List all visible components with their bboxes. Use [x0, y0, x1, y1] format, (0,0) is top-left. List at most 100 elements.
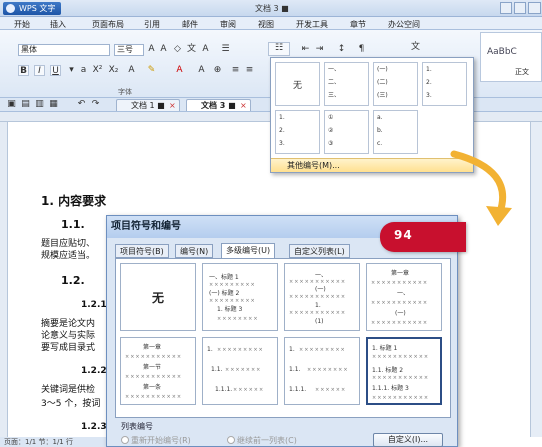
- tab-numbering[interactable]: 编号(N): [175, 244, 214, 258]
- wps-menu-button[interactable]: WPS 文字: [3, 2, 62, 15]
- continue-list-radio[interactable]: 继续前一列表(C): [227, 435, 297, 446]
- new-doc-icon[interactable]: ▣: [6, 99, 17, 110]
- paragraph-line: 关键词是供检: [41, 385, 96, 395]
- doc-tab-3[interactable]: 文档 3 ■ ×: [186, 99, 251, 111]
- sort-icon[interactable]: ↕: [336, 44, 347, 55]
- numbering-option[interactable]: 一、 二、 三、: [324, 62, 369, 106]
- heading-1-2: 1.2.: [61, 274, 85, 287]
- tab-view[interactable]: 视图: [258, 19, 274, 30]
- tab-bullets[interactable]: 项目符号(B): [115, 244, 169, 258]
- multilevel-option-none[interactable]: 无: [120, 263, 196, 331]
- placeholder-x: ××××××××: [307, 367, 349, 373]
- tab-start[interactable]: 开始: [14, 19, 30, 30]
- restart-numbering-radio[interactable]: 重新开始编号(R): [121, 435, 191, 446]
- multilevel-option[interactable]: 1. 1.1. 1.1.1. ××××××××× ×××××××× ××××××: [284, 337, 360, 405]
- placeholder-x: ×××××××××××: [125, 354, 183, 360]
- multilevel-option[interactable]: 一、 (一) 1. (1) ××××××××××× ××××××××××× ××…: [284, 263, 360, 331]
- pinyin-icon[interactable]: 文: [186, 44, 197, 55]
- title-bar: WPS 文字 文档 3 ■: [0, 0, 542, 17]
- vertical-scrollbar[interactable]: [530, 122, 542, 437]
- minimize-icon[interactable]: [500, 2, 512, 14]
- font-name-combo[interactable]: 黑体: [18, 44, 110, 56]
- redo-icon[interactable]: ↷: [90, 99, 101, 110]
- tab-multilevel[interactable]: 多级编号(U): [221, 243, 276, 259]
- styles-gallery[interactable]: AaBbC 正文: [480, 32, 542, 82]
- numbering-option[interactable]: ① ② ③: [324, 110, 369, 154]
- open-icon[interactable]: ▤: [20, 99, 31, 110]
- clear-format-icon[interactable]: ◇: [172, 44, 183, 55]
- grow-font-icon[interactable]: A: [146, 44, 157, 55]
- tab-references[interactable]: 引用: [144, 19, 160, 30]
- align-center-icon[interactable]: ≡: [244, 65, 255, 76]
- multilevel-option[interactable]: 第一章 第一节 第一条 ××××××××××× ××××××××××× ××××…: [120, 337, 196, 405]
- decrease-indent-icon[interactable]: ⇤: [300, 44, 311, 55]
- underline-dropdown-icon[interactable]: ▾: [66, 65, 77, 76]
- tab-developer[interactable]: 开发工具: [296, 19, 328, 30]
- paragraph-line: 规模应适当。: [41, 251, 96, 261]
- placeholder-x: ×××××××××××: [125, 374, 183, 380]
- multilevel-gallery: 无 一、标题 1 (一) 标题 2 1. 标题 3 ××××××××× ××××…: [115, 258, 451, 418]
- italic-button[interactable]: I: [34, 65, 45, 76]
- option-line: 第一节: [143, 364, 162, 371]
- tab-review[interactable]: 审阅: [220, 19, 236, 30]
- option-line: 1.1.1. 标题 3: [372, 385, 409, 392]
- font-color-icon[interactable]: A: [174, 65, 185, 76]
- tab-office-space[interactable]: 办公空间: [388, 19, 420, 30]
- close-icon[interactable]: [528, 2, 541, 14]
- tab-close-icon[interactable]: ×: [169, 100, 176, 111]
- shrink-font-icon[interactable]: A: [158, 44, 169, 55]
- strikethrough-icon[interactable]: a: [78, 65, 89, 76]
- multilevel-option[interactable]: 1. 1.1. 1.1.1. ××××××××× ××××××× ××××××: [202, 337, 278, 405]
- more-numbering-item[interactable]: 其他编号(M)...: [271, 158, 473, 172]
- placeholder-x: ×××××××××××: [371, 320, 429, 326]
- multilevel-option[interactable]: 一、标题 1 (一) 标题 2 1. 标题 3 ××××××××× ××××××…: [202, 263, 278, 331]
- highlight-icon[interactable]: ✎: [146, 65, 157, 76]
- tab-insert[interactable]: 插入: [50, 19, 66, 30]
- option-line: (二): [377, 79, 388, 86]
- undo-icon[interactable]: ↶: [76, 99, 87, 110]
- tab-sections[interactable]: 章节: [350, 19, 366, 30]
- align-left-icon[interactable]: ≡: [230, 65, 241, 76]
- tab-custom-list[interactable]: 自定义列表(L): [289, 244, 350, 258]
- numbering-option[interactable]: 1. 2. 3.: [275, 110, 320, 154]
- numbering-option[interactable]: (一) (二) (三): [373, 62, 418, 106]
- placeholder-x: ×××××××××: [217, 347, 264, 353]
- char-border-icon[interactable]: A: [200, 44, 211, 55]
- save-icon[interactable]: ▥: [34, 99, 45, 110]
- print-icon[interactable]: ▦: [48, 99, 59, 110]
- multilevel-option[interactable]: 第一章 一、 (一) ××××××××××× ××××××××××× ×××××…: [366, 263, 442, 331]
- customize-button[interactable]: 自定义(I)...: [373, 433, 443, 447]
- radio-circle-icon: [227, 436, 235, 444]
- subscript-icon[interactable]: X₂: [108, 65, 119, 76]
- increase-indent-icon[interactable]: ⇥: [314, 44, 325, 55]
- superscript-icon[interactable]: X²: [92, 65, 103, 76]
- font-size-combo[interactable]: 三号: [114, 44, 144, 56]
- numbering-button[interactable]: ☷: [268, 42, 290, 56]
- numbering-option-none[interactable]: 无: [275, 62, 320, 106]
- emphasis-mark-icon[interactable]: A: [126, 65, 137, 76]
- tab-mailings[interactable]: 邮件: [182, 19, 198, 30]
- option-line: 二、: [328, 79, 341, 86]
- numbering-option[interactable]: 1. 2. 3.: [422, 62, 467, 106]
- placeholder-x: ××××××: [233, 387, 265, 393]
- placeholder-x: ×××××××××××: [372, 375, 430, 381]
- tab-close-icon[interactable]: ×: [240, 100, 247, 111]
- bullets-icon[interactable]: ☰: [220, 44, 231, 55]
- wps-menu-label: WPS 文字: [19, 4, 56, 13]
- option-line: (一) 标题 2: [209, 290, 240, 297]
- text-tools-icon[interactable]: 文: [410, 42, 421, 53]
- bold-button[interactable]: B: [18, 65, 29, 76]
- underline-button[interactable]: U: [50, 65, 61, 76]
- placeholder-x: ×××××××××××: [372, 395, 430, 401]
- numbering-option[interactable]: a. b. c.: [373, 110, 418, 154]
- show-marks-icon[interactable]: ¶: [356, 44, 367, 55]
- maximize-icon[interactable]: [514, 2, 526, 14]
- option-line: 1.1.: [211, 366, 223, 373]
- option-line: 1.: [289, 346, 295, 353]
- multilevel-option-selected[interactable]: 1. 标题 1 1.1. 标题 2 1.1.1. 标题 3 ××××××××××…: [366, 337, 442, 405]
- font-group-label: 字体: [118, 88, 132, 96]
- enclose-char-icon[interactable]: ⊕: [212, 65, 223, 76]
- doc-tab-1[interactable]: 文档 1 ■ ×: [116, 99, 180, 111]
- char-shading-icon[interactable]: A: [196, 65, 207, 76]
- tab-page-layout[interactable]: 页面布局: [92, 19, 124, 30]
